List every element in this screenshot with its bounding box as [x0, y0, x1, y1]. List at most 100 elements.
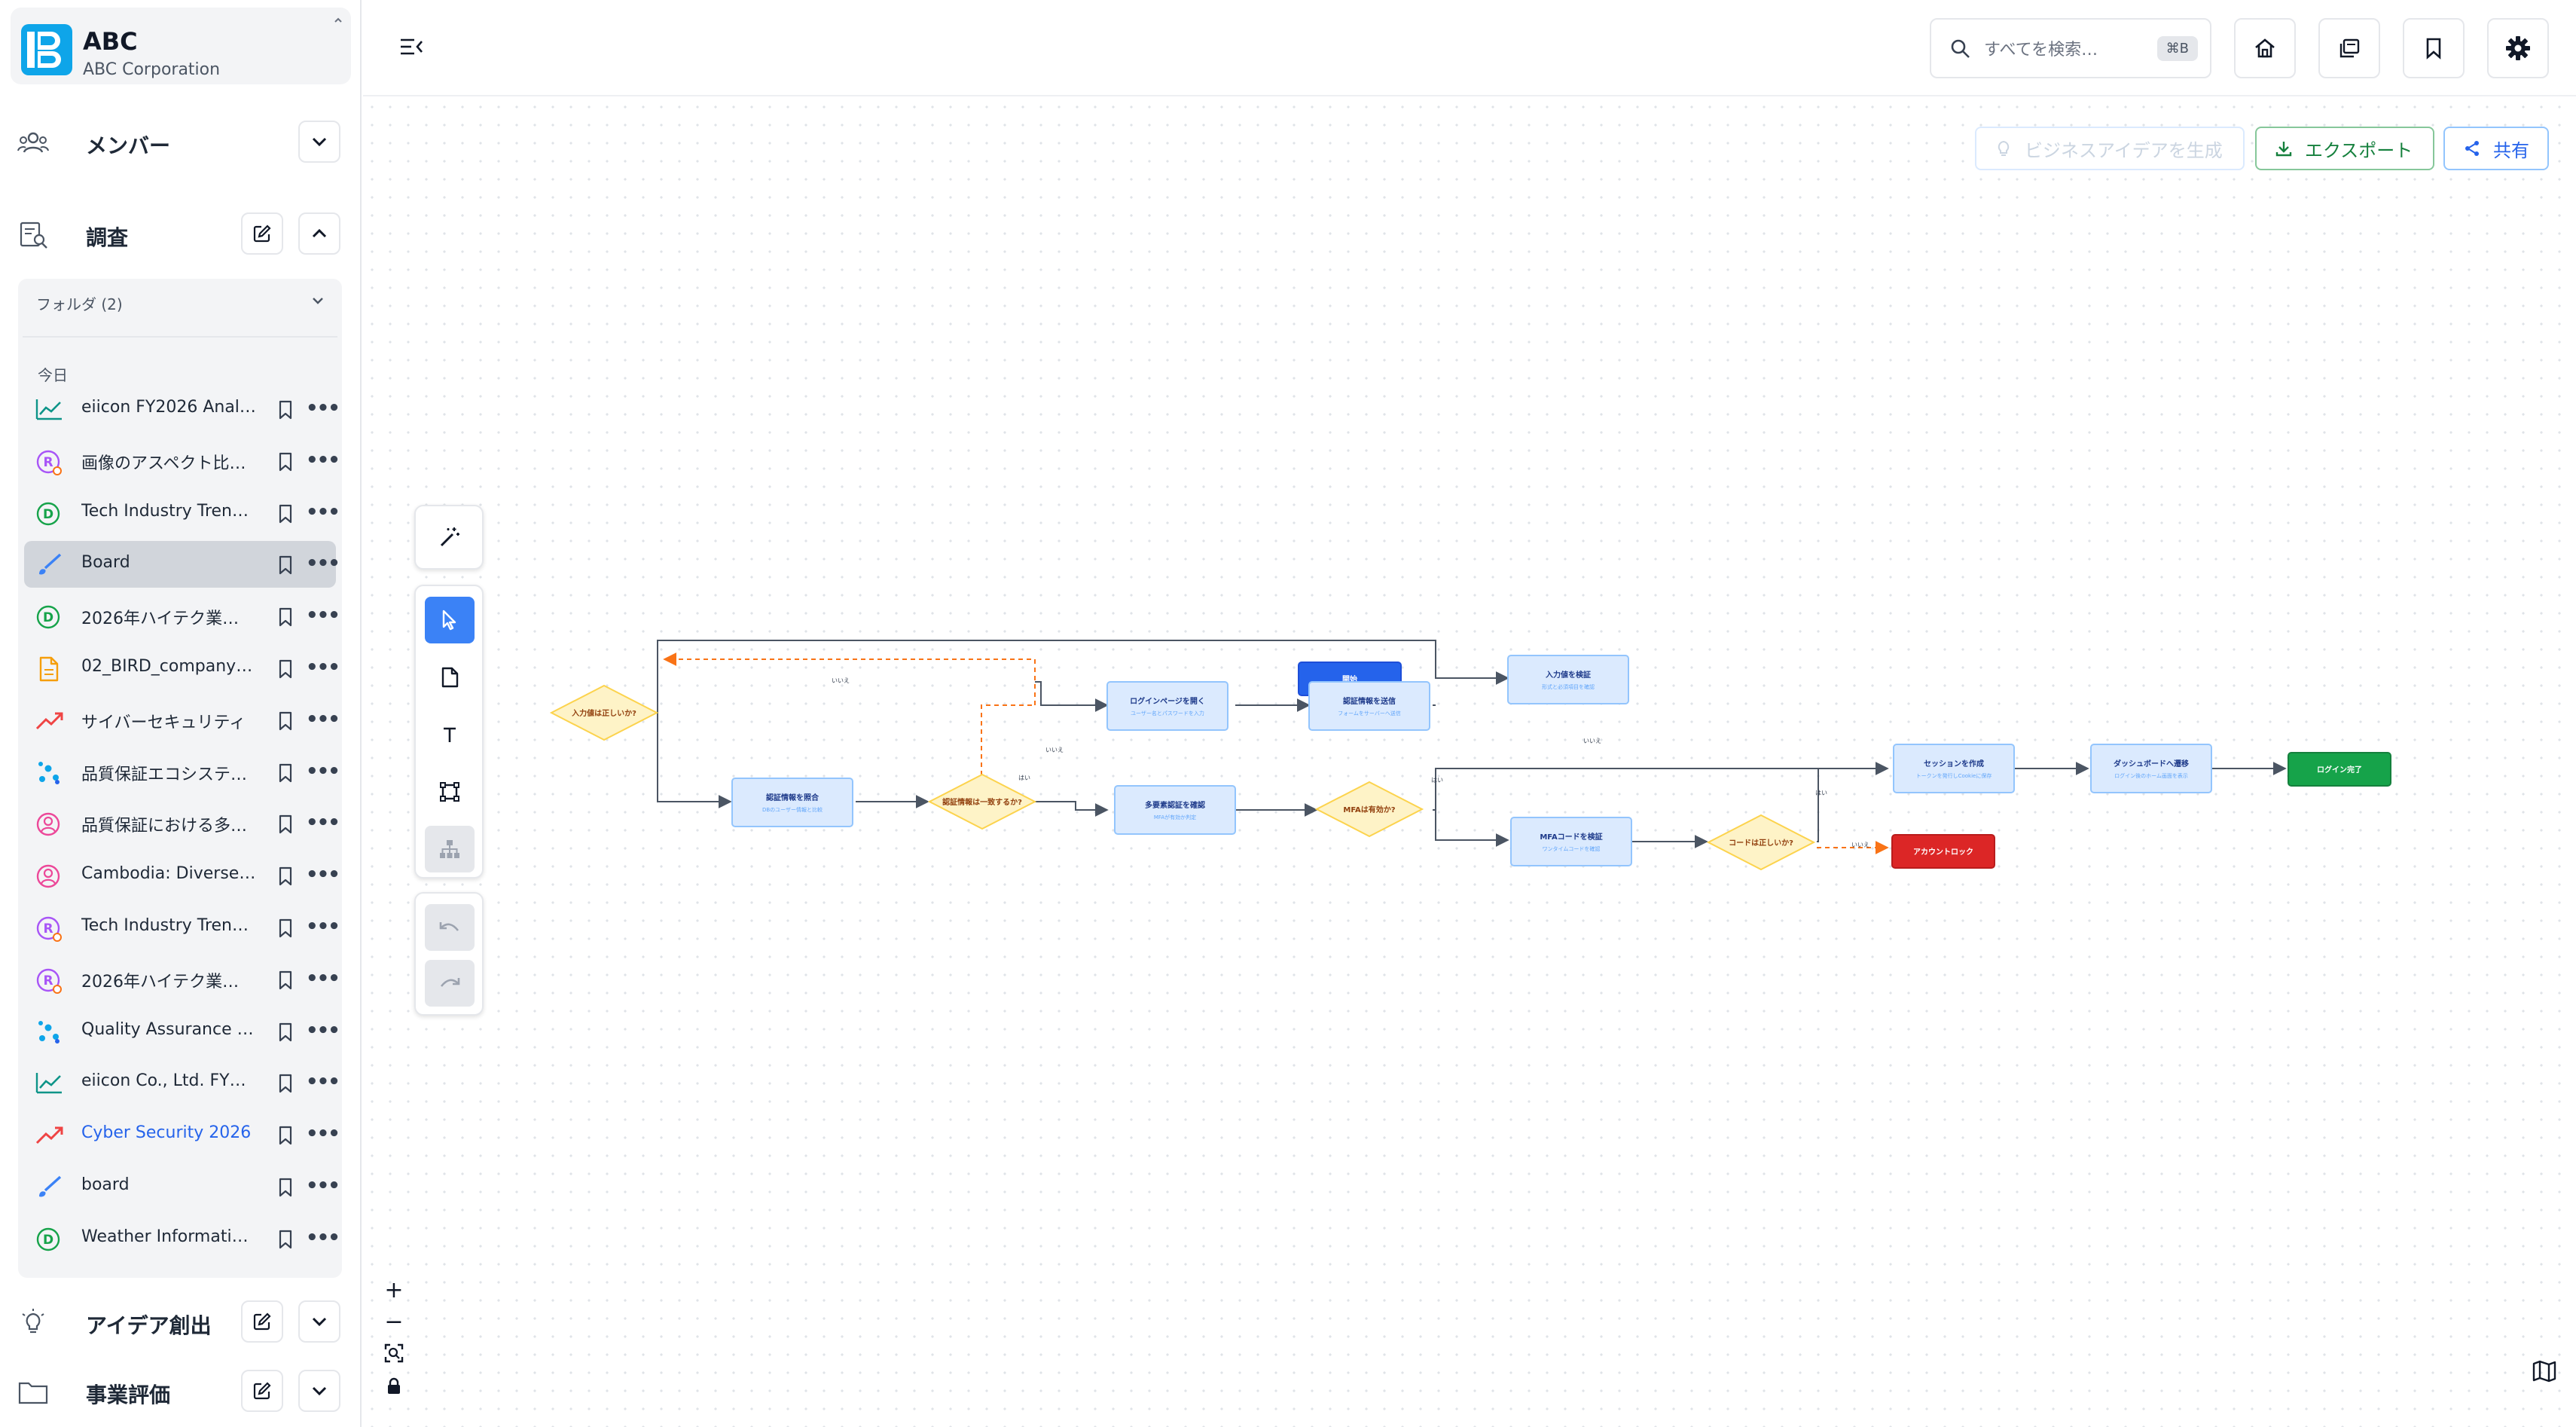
more-options-icon[interactable]: ••• [306, 1227, 340, 1249]
research-list-item[interactable]: サイバーセキュリティ ••• [24, 697, 340, 744]
ideation-section[interactable]: アイデア創出 [0, 1296, 362, 1349]
flow-node-decision[interactable]: コードは正しいか? [1706, 814, 1816, 871]
ideation-expand-button[interactable] [298, 1300, 340, 1343]
bookmark-icon[interactable] [276, 606, 295, 628]
more-options-icon[interactable]: ••• [306, 1071, 340, 1093]
research-list-item[interactable]: Cyber Security 2026 ••• [24, 1111, 340, 1158]
settings-button[interactable] [2487, 18, 2549, 78]
research-list-item[interactable]: D Weather Informatio… ••• [24, 1215, 340, 1262]
research-list-item[interactable]: eiicon FY2026 Anal… ••• [24, 386, 340, 432]
flow-node-process[interactable]: MFAコードを検証ワンタイムコードを確認 [1510, 817, 1632, 866]
home-button[interactable] [2234, 18, 2296, 78]
bookmark-icon[interactable] [276, 1124, 295, 1147]
more-options-icon[interactable]: ••• [306, 552, 340, 575]
flow-node-decision[interactable]: 入力値は正しいか? [549, 684, 659, 741]
flow-node-process[interactable]: 入力値を検証形式と必須項目を確認 [1507, 655, 1629, 704]
flow-node-success[interactable]: ログイン完了 [2288, 752, 2391, 787]
flow-node-process[interactable]: ダッシュボードへ遷移ログイン後のホーム画面を表示 [2090, 744, 2212, 793]
research-list-item[interactable]: R 画像のアスペクト比… ••• [24, 438, 340, 484]
edge-label: いいえ [832, 677, 850, 684]
org-switcher[interactable]: ABC ABC Corporation [11, 8, 351, 84]
research-list-item[interactable]: Cambodia: Diverse … ••• [24, 852, 340, 899]
research-list-item[interactable]: R Tech Industry Trend… ••• [24, 904, 340, 951]
research-list-item[interactable]: Board ••• [24, 541, 340, 588]
bookmark-icon[interactable] [276, 1072, 295, 1095]
flow-node-process[interactable]: 認証情報を照合 DBのユーザー情報と比較 [731, 778, 853, 827]
board-canvas[interactable]: ビジネスアイデアを生成 エクスポート 共有 + − いいえ いいえ はい いいえ… [363, 98, 2576, 1427]
members-expand-button[interactable] [298, 121, 340, 163]
more-options-icon[interactable]: ••• [306, 449, 340, 472]
flow-node-process[interactable]: セッションを作成トークンを発行しCookieに保存 [1893, 744, 2015, 793]
research-list-item[interactable]: eiicon Co., Ltd. FY2… ••• [24, 1059, 340, 1106]
bookmark-icon[interactable] [276, 969, 295, 992]
library-button[interactable] [2318, 18, 2380, 78]
evaluation-expand-button[interactable] [298, 1370, 340, 1412]
research-collapse-button[interactable] [298, 212, 340, 255]
search-box[interactable]: ⌘B [1930, 18, 2211, 78]
ideation-new-button[interactable] [241, 1300, 283, 1343]
bookmark-icon[interactable] [276, 554, 295, 576]
chevron-down-icon[interactable] [310, 295, 325, 306]
bookmark-icon[interactable] [276, 1228, 295, 1251]
research-list-item[interactable]: 品質保証エコシステ… ••• [24, 749, 340, 796]
more-options-icon[interactable]: ••• [306, 915, 340, 938]
flow-node-subtitle: 形式と必須項目を確認 [1542, 683, 1595, 690]
research-list-item[interactable]: board ••• [24, 1163, 340, 1210]
bookmark-icon[interactable] [276, 710, 295, 732]
more-options-icon[interactable]: ••• [306, 811, 340, 834]
members-section[interactable]: メンバー [0, 116, 362, 169]
research-list-item[interactable]: R 2026年ハイテク業… ••• [24, 956, 340, 1003]
paintbrush-icon [39, 554, 62, 575]
research-section[interactable]: 調査 [0, 208, 362, 261]
trend-line-icon [35, 399, 62, 420]
folders-label[interactable]: フォルダ (2) [36, 292, 123, 314]
research-item-label: eiicon Co., Ltd. FY2… [81, 1071, 256, 1091]
flow-node-decision[interactable]: MFAは有効か? [1314, 781, 1424, 838]
evaluation-new-button[interactable] [241, 1370, 283, 1412]
bookmark-icon[interactable] [276, 1021, 295, 1044]
more-options-icon[interactable]: ••• [306, 708, 340, 731]
users-icon [17, 132, 49, 153]
flow-node-title: MFAは有効か? [1343, 805, 1395, 814]
flow-node-process[interactable]: ログインページを開くユーザー名とパスワードを入力 [1106, 681, 1228, 731]
more-options-icon[interactable]: ••• [306, 1175, 340, 1197]
bookmark-icon[interactable] [276, 503, 295, 525]
more-options-icon[interactable]: ••• [306, 1019, 340, 1042]
research-list-item[interactable]: 02_BIRD_company_… ••• [24, 645, 340, 692]
edge-label: はい [1431, 777, 1443, 784]
bookmark-icon[interactable] [276, 865, 295, 888]
more-options-icon[interactable]: ••• [306, 397, 340, 420]
flow-node-process[interactable]: 多要素認証を確認 MFAが有効か判定 [1114, 785, 1236, 835]
more-options-icon[interactable]: ••• [306, 656, 340, 679]
more-options-icon[interactable]: ••• [306, 604, 340, 627]
more-options-icon[interactable]: ••• [306, 760, 340, 783]
more-options-icon[interactable]: ••• [306, 501, 340, 524]
more-options-icon[interactable]: ••• [306, 863, 340, 886]
research-list-item[interactable]: D 2026年ハイテク業… ••• [24, 593, 340, 640]
flow-node-error[interactable]: アカウントロック [1891, 834, 1995, 869]
bookmark-icon[interactable] [276, 451, 295, 473]
search-input[interactable] [1984, 35, 2150, 65]
bookmarks-button[interactable] [2403, 18, 2465, 78]
bookmark-icon[interactable] [276, 917, 295, 940]
bookmark-icon[interactable] [276, 762, 295, 784]
research-list-item[interactable]: D Tech Industry Trend… ••• [24, 490, 340, 536]
bookmark-icon[interactable] [276, 658, 295, 680]
bookmark-icon[interactable] [276, 1176, 295, 1199]
edit-icon [253, 225, 271, 243]
research-list-item[interactable]: 品質保証における多… ••• [24, 800, 340, 847]
evaluation-label: 事業評価 [86, 1383, 171, 1407]
flow-node-decision[interactable]: 認証情報は一致するか? [927, 773, 1037, 830]
evaluation-section[interactable]: 事業評価 [0, 1365, 362, 1418]
bookmark-icon[interactable] [276, 813, 295, 836]
more-options-icon[interactable]: ••• [306, 967, 340, 990]
org-subtitle: ABC Corporation [83, 60, 221, 79]
chevron-up-down-icon[interactable] [333, 17, 343, 30]
flow-node-process[interactable]: 認証情報を送信フォームをサーバーへ送信 [1308, 681, 1430, 731]
sidebar-collapse-icon[interactable] [398, 33, 425, 60]
bookmark-icon[interactable] [276, 399, 295, 421]
research-new-button[interactable] [241, 212, 283, 255]
research-list-item[interactable]: Quality Assurance … ••• [24, 1008, 340, 1055]
more-options-icon[interactable]: ••• [306, 1123, 340, 1145]
research-item-label: Cyber Security 2026 [81, 1123, 252, 1143]
